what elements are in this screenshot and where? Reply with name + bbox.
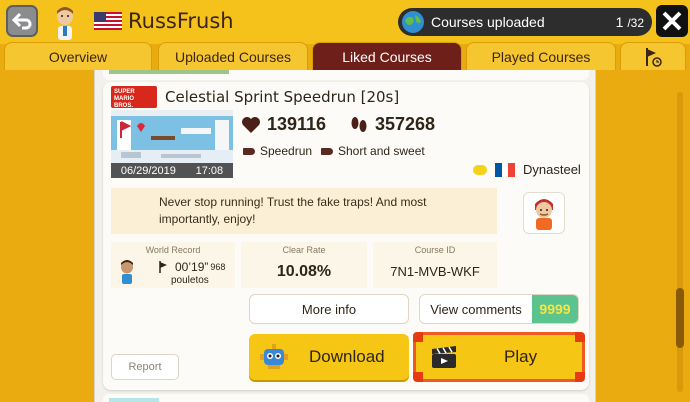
fr-flag-icon xyxy=(495,162,516,177)
plays-stat: 357268 xyxy=(349,114,435,135)
world-record-time-value: 00’19” xyxy=(175,260,209,274)
profile-tabs: Overview Uploaded Courses Liked Courses … xyxy=(0,42,690,70)
course-title: Celestial Sprint Speedrun [20s] xyxy=(165,88,400,106)
tag-short-and-sweet: Short and sweet xyxy=(321,144,425,158)
world-record-panel: World Record 00’19” 968 pouletos xyxy=(111,242,235,288)
maker-avatar[interactable] xyxy=(523,192,565,234)
close-x-icon xyxy=(662,11,682,31)
course-thumbnail[interactable]: 06/29/2019 17:08 xyxy=(111,110,233,178)
course-description: Never stop running! Trust the fake traps… xyxy=(111,188,497,234)
likes-count: 139116 xyxy=(267,114,327,134)
tab-goal-flag[interactable] xyxy=(620,42,686,70)
upload-date-value: 06/29/2019 xyxy=(120,164,176,177)
clear-rate-value: 10.08% xyxy=(276,263,332,280)
globe-icon xyxy=(402,11,424,33)
view-comments-label: View comments xyxy=(430,301,522,317)
upload-date: 06/29/2019 17:08 xyxy=(111,163,233,178)
tag-label: Speedrun xyxy=(260,144,313,158)
course-id-panel: Course ID 7N1-MVB-WKF xyxy=(373,242,497,288)
game-style-logo: SUPER MARIO BROS. xyxy=(111,86,157,109)
maker-badge-icon xyxy=(473,164,487,175)
play-button[interactable]: Play xyxy=(413,332,585,382)
world-record-label: World Record xyxy=(145,245,201,255)
username: RussFrush xyxy=(128,9,234,33)
tag-label: Short and sweet xyxy=(338,144,425,158)
previous-course-thumbnail-edge xyxy=(109,70,229,74)
close-button[interactable] xyxy=(656,5,688,37)
courses-uploaded-count: 1 /32 xyxy=(615,14,644,30)
upload-time-value: 17:08 xyxy=(195,164,224,177)
courses-uploaded-indicator: Courses uploaded 1 /32 xyxy=(398,8,652,36)
maker-name: Dynasteel xyxy=(523,162,581,177)
more-info-button[interactable]: More info xyxy=(249,294,409,324)
clear-rate-label: Clear Rate xyxy=(282,245,326,255)
robot-download-icon xyxy=(260,344,288,369)
us-flag-icon xyxy=(94,12,122,30)
footprints-icon xyxy=(351,116,367,132)
clapperboard-icon xyxy=(432,346,456,368)
tag-icon xyxy=(243,147,255,155)
play-button-corner xyxy=(413,372,423,382)
goal-flag-icon xyxy=(646,47,662,67)
tab-liked-courses[interactable]: Liked Courses xyxy=(312,42,462,70)
course-card: SUPER MARIO BROS. Celestial Sprint Speed… xyxy=(103,82,589,390)
play-button-corner xyxy=(575,332,585,342)
record-holder-avatar xyxy=(121,260,133,284)
course-id-label: Course ID xyxy=(414,245,456,255)
tab-played-courses[interactable]: Played Courses xyxy=(466,42,616,70)
player-avatar xyxy=(57,7,73,40)
comment-count-badge: 9999 xyxy=(532,295,578,323)
world-record-ms: 968 xyxy=(210,262,226,272)
play-label: Play xyxy=(504,347,538,366)
scrollbar-thumb[interactable] xyxy=(676,288,684,348)
next-course-card[interactable] xyxy=(103,394,589,402)
view-comments-button[interactable]: View comments 9999 xyxy=(419,294,579,324)
maker-mii-avatar xyxy=(535,199,553,230)
course-list[interactable]: SUPER MARIO BROS. Celestial Sprint Speed… xyxy=(94,70,596,402)
likes-stat: 139116 xyxy=(241,114,326,135)
world-record-time: 00’19” 968 xyxy=(157,260,225,274)
courses-uploaded-label: Courses uploaded xyxy=(431,14,545,30)
heart-icon xyxy=(242,116,260,133)
back-button[interactable] xyxy=(6,5,38,37)
clear-rate-panel: Clear Rate 10.08% xyxy=(241,242,367,288)
goal-flag-icon xyxy=(159,261,167,273)
tab-overview[interactable]: Overview xyxy=(4,42,152,70)
world-record-holder: pouletos xyxy=(171,275,209,286)
download-label: Download xyxy=(309,347,385,366)
tag-icon xyxy=(321,147,333,155)
next-course-thumbnail-edge xyxy=(109,398,159,402)
tag-speedrun: Speedrun xyxy=(243,144,312,158)
play-button-corner xyxy=(575,372,585,382)
plays-count: 357268 xyxy=(375,114,436,134)
report-button[interactable]: Report xyxy=(111,354,179,380)
course-id-value: 7N1-MVB-WKF xyxy=(390,264,480,279)
back-arrow-icon xyxy=(12,12,32,30)
play-button-corner xyxy=(413,332,423,342)
tab-uploaded-courses[interactable]: Uploaded Courses xyxy=(158,42,308,70)
top-bar: RussFrush Courses uploaded 1 /32 xyxy=(0,0,690,44)
maker-info[interactable]: Dynasteel xyxy=(473,162,581,177)
download-button[interactable]: Download xyxy=(249,334,409,380)
